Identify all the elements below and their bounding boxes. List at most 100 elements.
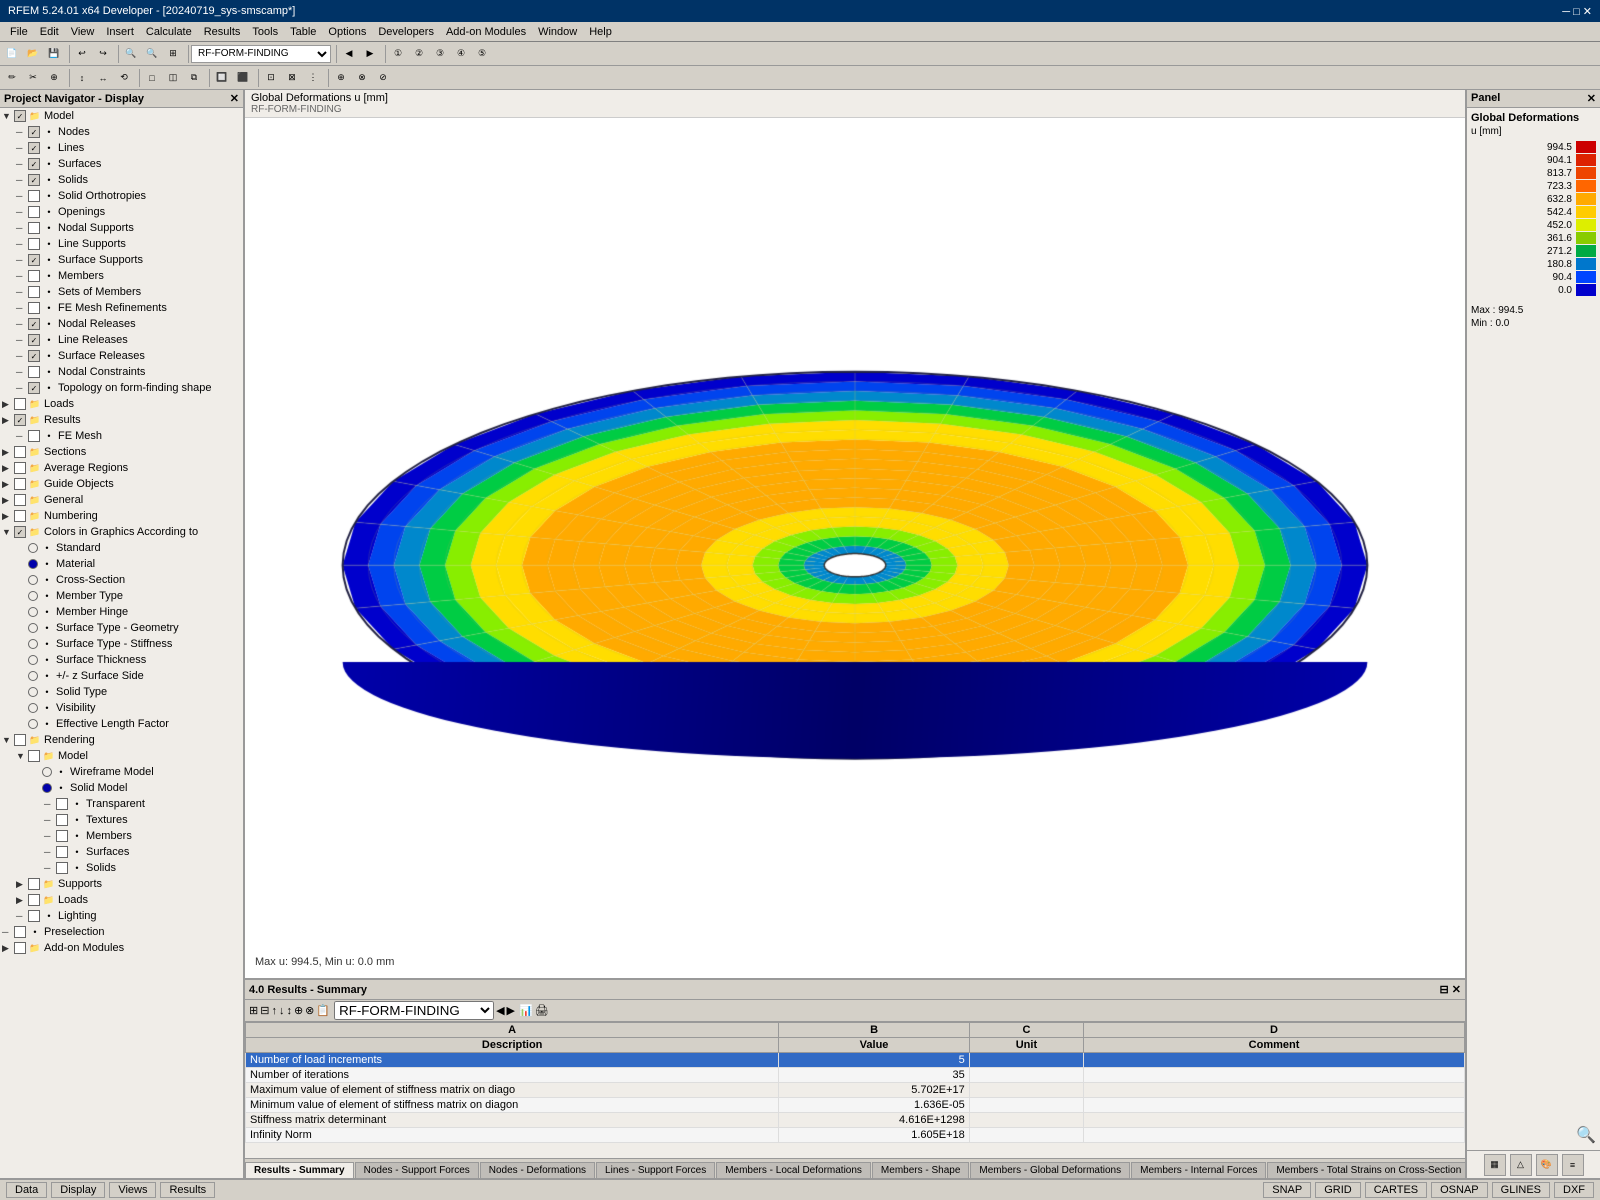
tree-radio[interactable] [28, 719, 38, 729]
tree-expand[interactable]: ▶ [16, 895, 28, 906]
tree-item-guide-objects[interactable]: ▶ 📁 Guide Objects [0, 476, 243, 492]
tree-checkbox[interactable] [28, 350, 40, 362]
tree-checkbox[interactable] [14, 942, 26, 954]
tree-checkbox[interactable] [28, 158, 40, 170]
tb-view4[interactable]: ④ [451, 44, 471, 64]
tree-expand[interactable]: ▶ [2, 415, 14, 426]
tree-radio[interactable] [28, 703, 38, 713]
tree-expand[interactable]: ▶ [2, 511, 14, 522]
table-row[interactable]: Maximum value of element of stiffness ma… [246, 1083, 1465, 1098]
tree-item-openings[interactable]: ─ • Openings [0, 204, 243, 220]
menu-item-developers[interactable]: Developers [372, 24, 440, 40]
tree-item-line-supports[interactable]: ─ • Line Supports [0, 236, 243, 252]
tree-item-line-releases[interactable]: ─ • Line Releases [0, 332, 243, 348]
tree-expand[interactable]: ▼ [2, 111, 14, 121]
tree-item-wireframe-model[interactable]: • Wireframe Model [0, 764, 243, 780]
tree-item-surface-releases[interactable]: ─ • Surface Releases [0, 348, 243, 364]
table-row[interactable]: Number of iterations 35 [246, 1068, 1465, 1083]
tree-item-add-on-modules[interactable]: ▶ 📁 Add-on Modules [0, 940, 243, 956]
tree-checkbox[interactable] [28, 366, 40, 378]
tree-item-solids[interactable]: ─ • Solids [0, 172, 243, 188]
tree-item-lines[interactable]: ─ • Lines [0, 140, 243, 156]
tree-expand[interactable]: ▶ [2, 943, 14, 954]
tree-item-results[interactable]: ▶ 📁 Results [0, 412, 243, 428]
table-row[interactable]: Stiffness matrix determinant 4.616E+1298 [246, 1113, 1465, 1128]
tree-radio[interactable] [28, 575, 38, 585]
tree-item-solid-type[interactable]: • Solid Type [0, 684, 243, 700]
tree-checkbox[interactable] [14, 110, 26, 122]
tb2-4[interactable]: ↕ [72, 68, 92, 88]
menu-item-view[interactable]: View [65, 24, 101, 40]
tree-expand[interactable]: ▶ [2, 479, 14, 490]
panel-tb-3[interactable]: 🎨 [1536, 1154, 1558, 1176]
tree-checkbox[interactable] [56, 830, 68, 842]
results-loadcase-combo[interactable]: RF-FORM-FINDING [334, 1001, 494, 1020]
tree-radio[interactable] [28, 591, 38, 601]
tree-checkbox[interactable] [28, 174, 40, 186]
tree-radio[interactable] [42, 783, 52, 793]
tree-item-effective-length-factor[interactable]: • Effective Length Factor [0, 716, 243, 732]
tree-expand[interactable]: ─ [16, 271, 28, 281]
tree-radio[interactable] [28, 623, 38, 633]
panel-tb-4[interactable]: ≡ [1562, 1154, 1584, 1176]
tb2-12[interactable]: ⊡ [261, 68, 281, 88]
tab-members---total-strains-on-cross-section[interactable]: Members - Total Strains on Cross-Section [1267, 1162, 1465, 1178]
tree-expand[interactable]: ─ [16, 383, 28, 393]
tree-item-loads[interactable]: ▶ 📁 Loads [0, 892, 243, 908]
tree-item-rendering[interactable]: ▼ 📁 Rendering [0, 732, 243, 748]
tree-expand[interactable]: ─ [16, 207, 28, 217]
deformation-canvas[interactable] [245, 118, 1465, 978]
tree-item-textures[interactable]: ─ • Textures [0, 812, 243, 828]
tree-item-members[interactable]: ─ • Members [0, 828, 243, 844]
menu-item-options[interactable]: Options [322, 24, 372, 40]
tree-checkbox[interactable] [28, 222, 40, 234]
tree-item-supports[interactable]: ▶ 📁 Supports [0, 876, 243, 892]
tree-checkbox[interactable] [28, 910, 40, 922]
tab-nodes---support-forces[interactable]: Nodes - Support Forces [355, 1162, 479, 1178]
tree-radio[interactable] [28, 655, 38, 665]
tree-checkbox[interactable] [28, 878, 40, 890]
tree-item-loads[interactable]: ▶ 📁 Loads [0, 396, 243, 412]
tb2-3[interactable]: ⊕ [44, 68, 64, 88]
tb-zoom-fit[interactable]: ⊞ [163, 44, 183, 64]
menu-item-calculate[interactable]: Calculate [140, 24, 198, 40]
tree-item-surface-supports[interactable]: ─ • Surface Supports [0, 252, 243, 268]
tab-results---summary[interactable]: Results - Summary [245, 1162, 354, 1178]
tree-item-visibility[interactable]: • Visibility [0, 700, 243, 716]
tree-expand[interactable]: ▼ [2, 735, 14, 745]
tree-expand[interactable]: ─ [16, 239, 28, 249]
tab-members---global-deformations[interactable]: Members - Global Deformations [970, 1162, 1130, 1178]
minimize-btn[interactable]: ─ [1562, 6, 1570, 18]
tree-expand[interactable]: ─ [44, 799, 56, 809]
tab-members---shape[interactable]: Members - Shape [872, 1162, 969, 1178]
tb2-1[interactable]: ✏ [2, 68, 22, 88]
tree-checkbox[interactable] [14, 494, 26, 506]
tree-item-cross-section[interactable]: • Cross-Section [0, 572, 243, 588]
tree-checkbox[interactable] [28, 270, 40, 282]
res-tb-7[interactable]: ⊗ [305, 1004, 314, 1017]
menu-item-window[interactable]: Window [532, 24, 583, 40]
tree-item-numbering[interactable]: ▶ 📁 Numbering [0, 508, 243, 524]
tree-item-+/--z-surface-side[interactable]: • +/- z Surface Side [0, 668, 243, 684]
glines-btn[interactable]: GLINES [1492, 1182, 1550, 1198]
tree-item-members[interactable]: ─ • Members [0, 268, 243, 284]
res-tb-8[interactable]: 📋 [316, 1004, 330, 1017]
menu-item-results[interactable]: Results [198, 24, 247, 40]
tree-expand[interactable]: ▶ [2, 495, 14, 506]
tree-expand[interactable]: ─ [16, 367, 28, 377]
tree-item-material[interactable]: • Material [0, 556, 243, 572]
tree-item-surfaces[interactable]: ─ • Surfaces [0, 844, 243, 860]
tb2-8[interactable]: ◫ [163, 68, 183, 88]
tree-expand[interactable]: ─ [16, 287, 28, 297]
tree-checkbox[interactable] [14, 478, 26, 490]
tree-expand[interactable]: ─ [2, 927, 14, 937]
tree-checkbox[interactable] [28, 190, 40, 202]
tb-zoom-in[interactable]: 🔍 [121, 44, 141, 64]
tree-expand[interactable]: ▶ [2, 463, 14, 474]
tree-expand[interactable]: ▼ [2, 527, 14, 537]
tb-redo[interactable]: ↪ [93, 44, 113, 64]
tree-radio[interactable] [28, 607, 38, 617]
res-next[interactable]: ▶ [507, 1004, 515, 1017]
tb2-5[interactable]: ↔ [93, 68, 113, 88]
tb-new[interactable]: 📄 [2, 44, 22, 64]
